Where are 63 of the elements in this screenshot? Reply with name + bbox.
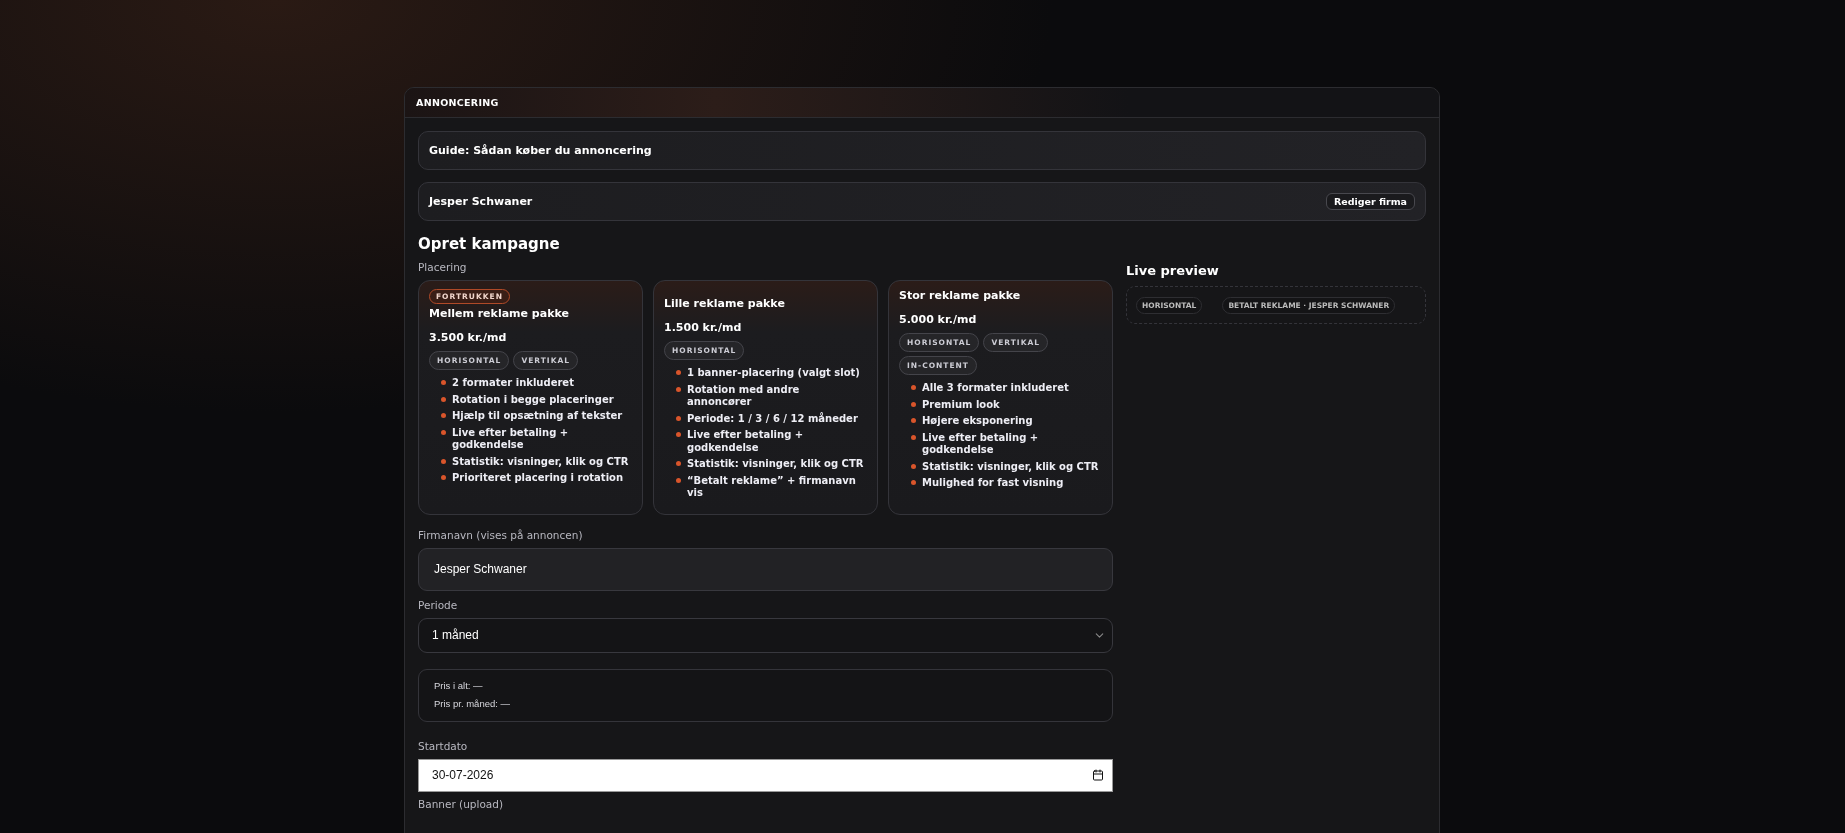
price-per-month: Pris pr. måned: — bbox=[434, 697, 512, 709]
package-name: Lille reklame pakke bbox=[664, 297, 786, 310]
bullet-icon bbox=[441, 413, 446, 418]
bullet-icon bbox=[676, 370, 681, 375]
calendar-icon[interactable] bbox=[1092, 769, 1104, 781]
field-label: Periode bbox=[418, 598, 459, 611]
feature-text: Prioriteret placering i rotation bbox=[452, 472, 624, 485]
package-name: Mellem reklame pakke bbox=[429, 307, 570, 320]
bullet-icon bbox=[676, 461, 681, 466]
bullet-icon bbox=[441, 396, 446, 402]
company-input[interactable]: Jesper Schwaner bbox=[418, 547, 1113, 591]
guide-bar[interactable]: Guide: Sådan køber du annoncering bbox=[418, 131, 1426, 170]
section-heading: Opret kampagne bbox=[418, 235, 561, 253]
feature-text: Statistik: visninger, klik og CTR bbox=[687, 458, 864, 471]
guide-label: Guide: Sådan køber du annoncering bbox=[429, 144, 652, 157]
package-card[interactable] bbox=[418, 280, 643, 515]
period-select[interactable]: 1 måned bbox=[418, 617, 1113, 653]
panel-title: ANNONCERING bbox=[405, 88, 1439, 118]
bullet-icon bbox=[441, 429, 446, 435]
feature-text: Højere eksponering bbox=[922, 415, 1033, 428]
bullet-icon bbox=[911, 401, 916, 407]
bullet-icon bbox=[676, 432, 681, 437]
date-input[interactable]: 30-07-2026 bbox=[418, 758, 1113, 792]
field-label: Firmanavn (vises på annoncen) bbox=[418, 528, 584, 541]
feature-text: Hjælp til opsætning af tekster bbox=[452, 410, 623, 423]
preview-title: Live preview bbox=[1126, 263, 1220, 278]
feature-text: “Betalt reklame” + firmanavn vis bbox=[687, 474, 857, 500]
bullet-icon bbox=[911, 480, 916, 485]
feature-text: Periode: 1 / 3 / 6 / 12 måneder bbox=[687, 412, 858, 425]
feature-text: Live efter betaling + godkendelse bbox=[922, 431, 1040, 457]
field-label: Placering bbox=[418, 261, 468, 273]
field-label: Banner (upload) bbox=[418, 797, 504, 810]
bullet-icon bbox=[676, 477, 681, 483]
package-price: 5.000 kr./md bbox=[899, 313, 978, 326]
feature-text: Premium look bbox=[922, 398, 1000, 411]
bullet-icon bbox=[911, 385, 916, 390]
feature-text: Alle 3 formater inkluderet bbox=[922, 382, 1069, 395]
field-label: Startdato bbox=[418, 739, 469, 752]
feature-text: Mulighed for fast visning bbox=[922, 477, 1064, 490]
feature-text: 2 formater inkluderet bbox=[452, 377, 574, 390]
feature-text: Rotation med andre annoncører bbox=[687, 383, 801, 409]
feature-text: Rotation i begge placeringer bbox=[452, 393, 614, 406]
bullet-icon bbox=[441, 380, 446, 385]
package-name: Stor reklame pakke bbox=[899, 289, 1022, 302]
bullet-icon bbox=[441, 475, 446, 480]
bullet-icon bbox=[911, 463, 916, 469]
feature-text: Statistik: visninger, klik og CTR bbox=[922, 460, 1099, 473]
price-total: Pris i alt: — bbox=[434, 679, 484, 691]
package-card[interactable] bbox=[888, 280, 1113, 515]
bullet-icon bbox=[911, 418, 916, 423]
bullet-icon bbox=[911, 434, 916, 440]
edit-company-button[interactable]: Rediger firma bbox=[1325, 193, 1415, 210]
package-price: 3.500 kr./md bbox=[429, 331, 508, 344]
package-price: 1.500 kr./md bbox=[664, 321, 743, 334]
company-name: Jesper Schwaner bbox=[429, 195, 533, 208]
feature-text: Live efter betaling + godkendelse bbox=[452, 426, 570, 452]
feature-text: Live efter betaling + godkendelse bbox=[687, 429, 805, 454]
bullet-icon bbox=[676, 386, 681, 392]
feature-text: 1 banner-placering (valgt slot) bbox=[687, 367, 860, 380]
bullet-icon bbox=[441, 458, 446, 464]
package-card[interactable] bbox=[653, 280, 878, 515]
bullet-icon bbox=[676, 415, 681, 421]
feature-text: Statistik: visninger, klik og CTR bbox=[452, 455, 629, 468]
